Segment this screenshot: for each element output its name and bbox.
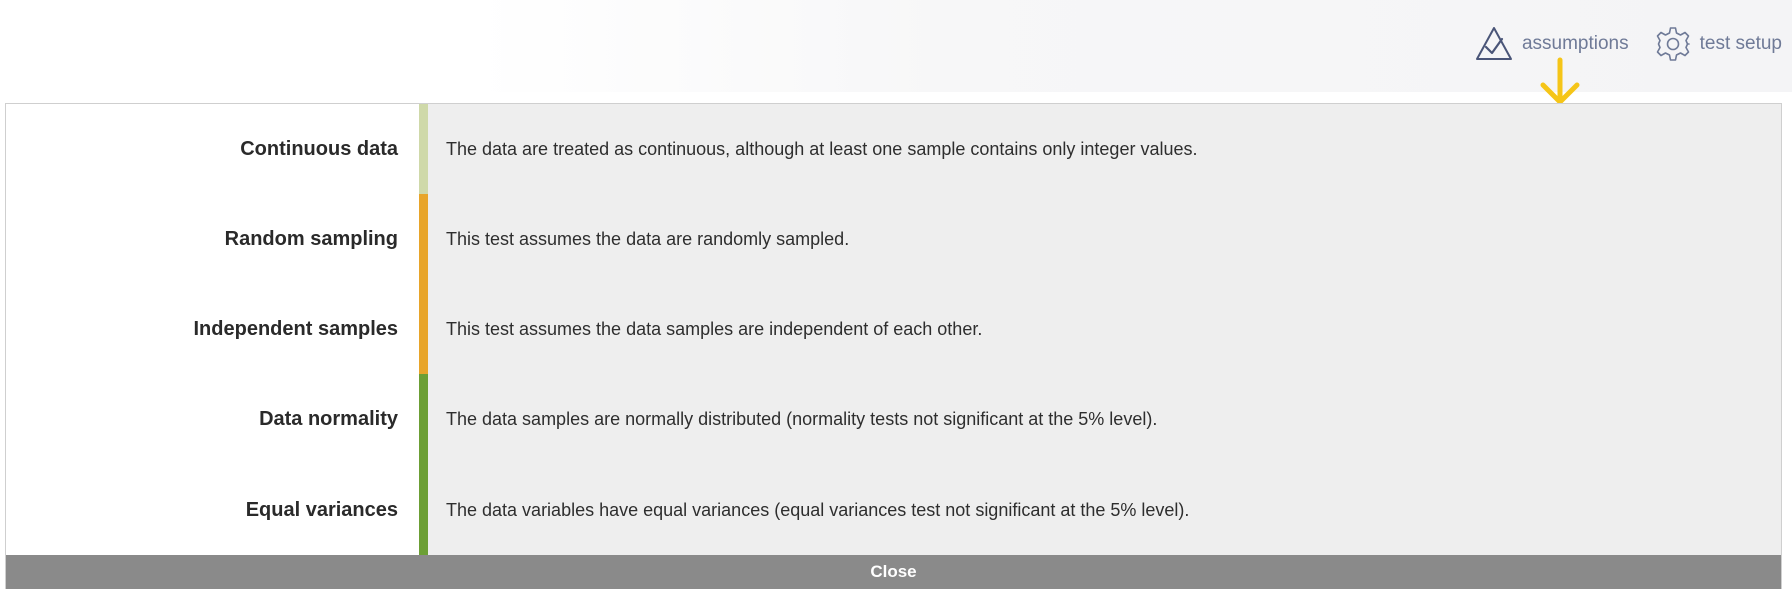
assumption-description: The data variables have equal variances … xyxy=(446,499,1190,520)
assumption-label: Data normality xyxy=(259,407,398,430)
assumption-label: Equal variances xyxy=(245,498,398,521)
assumption-description: The data are treated as continuous, alth… xyxy=(446,138,1198,159)
assumption-status-bar xyxy=(419,104,428,194)
close-button[interactable]: Close xyxy=(6,555,1781,589)
assumptions-link-label: assumptions xyxy=(1521,33,1629,54)
assumption-status-bar xyxy=(419,194,428,284)
test-setup-link[interactable]: test setup xyxy=(1654,25,1782,63)
assumptions-list: Continuous data The data are treated as … xyxy=(6,104,1781,556)
assumption-row-equal-variances: Equal variances The data variables have … xyxy=(6,464,1781,556)
assumption-status-bar xyxy=(419,374,428,464)
assumptions-check-icon xyxy=(1475,27,1512,60)
assumption-row-random-sampling: Random sampling This test assumes the da… xyxy=(6,194,1781,284)
assumption-row-continuous-data: Continuous data The data are treated as … xyxy=(6,104,1781,194)
arrow-down-icon xyxy=(1540,57,1580,105)
assumptions-panel: Continuous data The data are treated as … xyxy=(5,103,1782,589)
assumption-description: The data samples are normally distribute… xyxy=(446,408,1158,429)
header-links: assumptions test setup xyxy=(1474,24,1782,64)
assumption-label: Continuous data xyxy=(240,137,398,160)
assumption-label: Independent samples xyxy=(193,317,399,340)
gear-icon xyxy=(1656,27,1690,61)
assumption-row-data-normality: Data normality The data samples are norm… xyxy=(6,374,1781,464)
assumption-status-bar xyxy=(419,284,428,374)
assumption-status-bar xyxy=(419,464,428,556)
assumption-label: Random sampling xyxy=(224,227,398,250)
assumption-description: This test assumes the data samples are i… xyxy=(446,318,983,339)
assumption-row-independent-samples: Independent samples This test assumes th… xyxy=(6,284,1781,374)
assumption-description: This test assumes the data are randomly … xyxy=(446,228,850,249)
test-setup-link-label: test setup xyxy=(1699,33,1782,54)
